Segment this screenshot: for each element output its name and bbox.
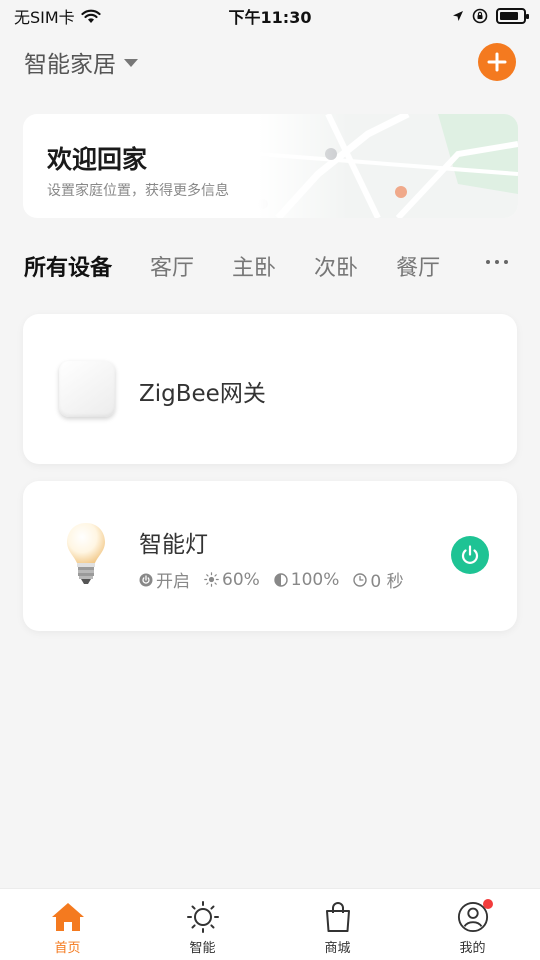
nav-profile[interactable]: 我的 <box>405 889 540 960</box>
add-device-button[interactable] <box>478 43 516 81</box>
device-card-gateway[interactable]: ZigBee网关 <box>23 314 517 464</box>
room-tabs: 所有设备 客厅 主卧 次卧 餐厅 <box>24 246 516 286</box>
more-dot <box>504 260 508 264</box>
more-dot <box>486 260 490 264</box>
status-right <box>452 8 529 24</box>
status-brightness: 60% <box>204 570 260 590</box>
carrier-label: 无SIM卡 <box>14 8 75 27</box>
tab-dining-room[interactable]: 餐厅 <box>396 250 440 282</box>
location-arrow-icon <box>453 11 463 21</box>
status-power: 开启 <box>139 567 190 592</box>
device-card-light[interactable]: 智能灯 开启 60% 100% 0 秒 <box>23 481 517 631</box>
nav-home-label: 首页 <box>54 941 81 956</box>
welcome-card[interactable]: 欢迎回家 设置家庭位置，获得更多信息 <box>23 114 518 218</box>
tab-all-devices[interactable]: 所有设备 <box>24 250 112 282</box>
sun-icon <box>186 901 219 933</box>
brightness-value: 60% <box>222 569 260 590</box>
more-rooms-button[interactable] <box>486 254 508 270</box>
nav-profile-label: 我的 <box>459 941 486 956</box>
tab-master-bedroom[interactable]: 主卧 <box>232 250 276 282</box>
map-illustration <box>258 114 518 218</box>
gateway-icon <box>59 361 115 417</box>
tab-living-room[interactable]: 客厅 <box>150 250 194 282</box>
timer-value: 0 秒 <box>370 572 404 592</box>
welcome-subtitle: 设置家庭位置，获得更多信息 <box>47 183 229 199</box>
welcome-title: 欢迎回家 <box>47 145 148 174</box>
contrast-icon <box>274 572 288 587</box>
power-icon <box>461 545 479 564</box>
nav-shop[interactable]: 商城 <box>270 889 405 960</box>
orientation-lock-icon <box>472 8 488 24</box>
shopping-bag-icon <box>325 902 350 932</box>
home-icon <box>51 903 84 931</box>
status-timer: 0 秒 <box>353 567 404 592</box>
status-color-temp: 100% <box>274 569 340 590</box>
status-left: 无SIM卡 <box>14 4 101 28</box>
brightness-icon <box>204 572 219 587</box>
power-small-icon <box>139 573 153 586</box>
caret-down-icon <box>124 59 138 67</box>
device-name: ZigBee网关 <box>139 381 266 407</box>
nav-home[interactable]: 首页 <box>0 889 135 960</box>
home-selector[interactable]: 智能家居 <box>24 45 138 79</box>
home-name: 智能家居 <box>24 52 116 78</box>
wifi-icon <box>81 9 101 23</box>
plus-icon <box>487 52 507 72</box>
tab-second-bedroom[interactable]: 次卧 <box>314 250 358 282</box>
device-name: 智能灯 <box>139 532 208 558</box>
color-temp-value: 100% <box>290 569 340 590</box>
device-status-row: 开启 60% 100% 0 秒 <box>139 567 404 592</box>
bottom-nav: 首页 智能 商城 我的 <box>0 888 540 960</box>
battery-icon <box>496 8 529 24</box>
power-toggle-button[interactable] <box>451 536 489 574</box>
more-dot <box>495 260 499 264</box>
power-state: 开启 <box>156 572 190 592</box>
clock-icon <box>353 572 368 587</box>
notification-dot <box>482 899 493 909</box>
nav-shop-label: 商城 <box>324 941 351 956</box>
header: 智能家居 <box>0 40 540 84</box>
battery-level <box>500 12 518 20</box>
light-bulb-icon <box>67 523 105 584</box>
nav-smart-label: 智能 <box>189 941 216 956</box>
status-bar: 无SIM卡 下午11:30 <box>0 0 540 32</box>
nav-smart[interactable]: 智能 <box>135 889 270 960</box>
